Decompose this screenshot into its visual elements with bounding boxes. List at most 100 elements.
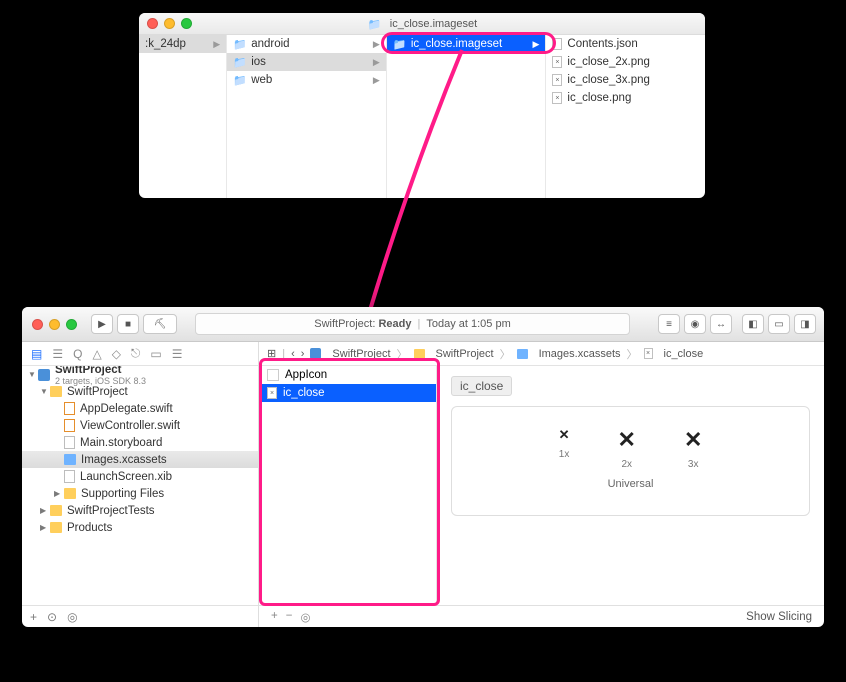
toggle-debug-button[interactable]: ▭ [768, 314, 790, 334]
tree-file[interactable]: LaunchScreen.xib [22, 468, 258, 485]
asset-slot-1x[interactable]: ✕1x [559, 427, 570, 470]
find-navigator-tab[interactable]: Q [73, 347, 82, 361]
folder-icon [50, 386, 62, 397]
close-window-button[interactable] [147, 18, 158, 29]
zoom-window-button[interactable] [66, 319, 77, 330]
minimize-window-button[interactable] [49, 319, 60, 330]
run-button[interactable]: ▶ [91, 314, 113, 334]
finder-column-4[interactable]: Contents.json × ic_close_2x.png × ic_clo… [546, 35, 705, 198]
chevron-right-icon: ▶ [373, 39, 380, 50]
storyboard-file-icon [64, 436, 75, 449]
asset-slot-2x[interactable]: ✕2x [618, 427, 636, 470]
tree-folder[interactable]: ▼ SwiftProject [22, 383, 258, 400]
test-navigator-tab[interactable]: ◇ [112, 347, 121, 361]
window-title: ic_close.imageset [200, 18, 645, 30]
toggle-utilities-button[interactable]: ◨ [794, 314, 816, 334]
issue-navigator-tab[interactable]: △ [92, 347, 101, 361]
crumb[interactable]: ic_close [664, 348, 704, 360]
item-label: :k_24dp [145, 38, 186, 50]
finder-item-file[interactable]: × ic_close.png [546, 89, 705, 107]
crumb[interactable]: Images.xcassets [539, 348, 621, 360]
assistant-editor-button[interactable]: ◉ [684, 314, 706, 334]
tree-label: SwiftProject [67, 386, 128, 398]
folder-icon [368, 18, 382, 30]
breakpoint-navigator-tab[interactable]: ▭ [150, 347, 161, 361]
disclosure-triangle-icon[interactable]: ▼ [28, 370, 36, 379]
tree-file[interactable]: Main.storyboard [22, 434, 258, 451]
finder-item[interactable]: :k_24dp ▶ [139, 35, 226, 53]
remove-asset-button[interactable]: − [286, 610, 293, 624]
asset-canvas: ic_close ✕1x ✕2x ✕3x Universal [437, 366, 824, 605]
tree-folder[interactable]: ▶ Products [22, 519, 258, 536]
project-tree[interactable]: ▼ SwiftProject 2 targets, iOS SDK 8.3 ▼ … [22, 366, 258, 605]
asset-list[interactable]: AppIcon × ic_close [259, 366, 437, 605]
folder-icon [233, 56, 247, 68]
disclosure-triangle-icon[interactable]: ▶ [40, 523, 48, 532]
finder-item-web[interactable]: web ▶ [227, 71, 386, 89]
disclosure-triangle-icon[interactable]: ▼ [40, 387, 48, 396]
symbol-navigator-tab[interactable]: ☰ [52, 347, 63, 361]
jump-bar[interactable]: ⊞ | ‹ › SwiftProject 〉 SwiftProject 〉 Im… [259, 342, 824, 366]
finder-item-file[interactable]: × ic_close_2x.png [546, 53, 705, 71]
finder-column-3[interactable]: ic_close.imageset ▶ [387, 35, 547, 198]
asset-preview-panel: ✕1x ✕2x ✕3x Universal [451, 406, 810, 516]
crumb[interactable]: SwiftProject [436, 348, 494, 360]
toggle-navigator-button[interactable]: ◧ [742, 314, 764, 334]
standard-editor-button[interactable]: ≡ [658, 314, 680, 334]
grid-icon[interactable]: ⊞ [267, 347, 276, 360]
chevron-right-icon: ▶ [373, 75, 380, 86]
report-navigator-tab[interactable]: ☰ [172, 347, 183, 361]
filter-button[interactable]: ◎ [300, 610, 310, 624]
show-slicing-button[interactable]: Show Slicing [746, 611, 812, 623]
tree-file[interactable]: AppDelegate.swift [22, 400, 258, 417]
finder-item-android[interactable]: android ▶ [227, 35, 386, 53]
xcode-toolbar: ▶ ■ ⛏ SwiftProject: Ready | Today at 1:0… [22, 307, 824, 342]
status-time: Today at 1:05 pm [426, 318, 510, 330]
disclosure-triangle-icon[interactable]: ▶ [54, 489, 62, 498]
asset-item-appicon[interactable]: AppIcon [259, 366, 436, 384]
finder-column-2[interactable]: android ▶ ios ▶ web ▶ [227, 35, 387, 198]
tree-folder[interactable]: ▶ Supporting Files [22, 485, 258, 502]
hammer-icon: ⛏ [154, 319, 167, 330]
finder-column-1[interactable]: :k_24dp ▶ [139, 35, 227, 198]
folder-icon [50, 522, 62, 533]
slot-label: 3x [688, 459, 699, 470]
filter-scm-button[interactable]: ◎ [67, 610, 77, 624]
slot-label: 2x [621, 459, 632, 470]
tree-file[interactable]: ViewController.swift [22, 417, 258, 434]
panel-buttons: ◧ ▭ ◨ [738, 314, 816, 334]
asset-slot-3x[interactable]: ✕3x [684, 427, 702, 470]
add-button[interactable]: + [30, 610, 37, 624]
filter-recent-button[interactable]: ⊙ [47, 610, 57, 624]
annotation-circle [381, 32, 556, 54]
finder-item-ios[interactable]: ios ▶ [227, 53, 386, 71]
debug-navigator-tab[interactable]: ⎋ [131, 346, 141, 361]
forward-button[interactable]: › [301, 348, 305, 360]
imageset-icon: × [644, 348, 653, 359]
asset-item-icclose[interactable]: × ic_close [259, 384, 436, 402]
project-navigator-tab[interactable]: ▤ [31, 347, 42, 361]
zoom-window-button[interactable] [181, 18, 192, 29]
minimize-window-button[interactable] [164, 18, 175, 29]
slot-label: 1x [559, 449, 570, 460]
crumb[interactable]: SwiftProject [332, 348, 390, 360]
project-icon [38, 369, 50, 381]
close-window-button[interactable] [32, 319, 43, 330]
asset-footer: + − ◎ Show Slicing [259, 605, 824, 627]
tree-project[interactable]: ▼ SwiftProject 2 targets, iOS SDK 8.3 [22, 366, 258, 383]
xib-file-icon [64, 470, 75, 483]
project-subtitle: 2 targets, iOS SDK 8.3 [55, 376, 146, 386]
version-editor-button[interactable]: ↔ [710, 314, 732, 334]
back-button[interactable]: ‹ [291, 348, 295, 360]
scheme-selector[interactable]: ⛏ [143, 314, 177, 334]
tree-file-selected[interactable]: Images.xcassets [22, 451, 258, 468]
tree-label: SwiftProjectTests [67, 505, 155, 517]
finder-item-file[interactable]: × ic_close_3x.png [546, 71, 705, 89]
disclosure-triangle-icon[interactable]: ▶ [40, 506, 48, 515]
project-icon [310, 348, 321, 359]
add-asset-button[interactable]: + [271, 610, 278, 624]
stop-button[interactable]: ■ [117, 314, 139, 334]
folder-icon [64, 488, 76, 499]
finder-item-file[interactable]: Contents.json [546, 35, 705, 53]
tree-folder[interactable]: ▶ SwiftProjectTests [22, 502, 258, 519]
